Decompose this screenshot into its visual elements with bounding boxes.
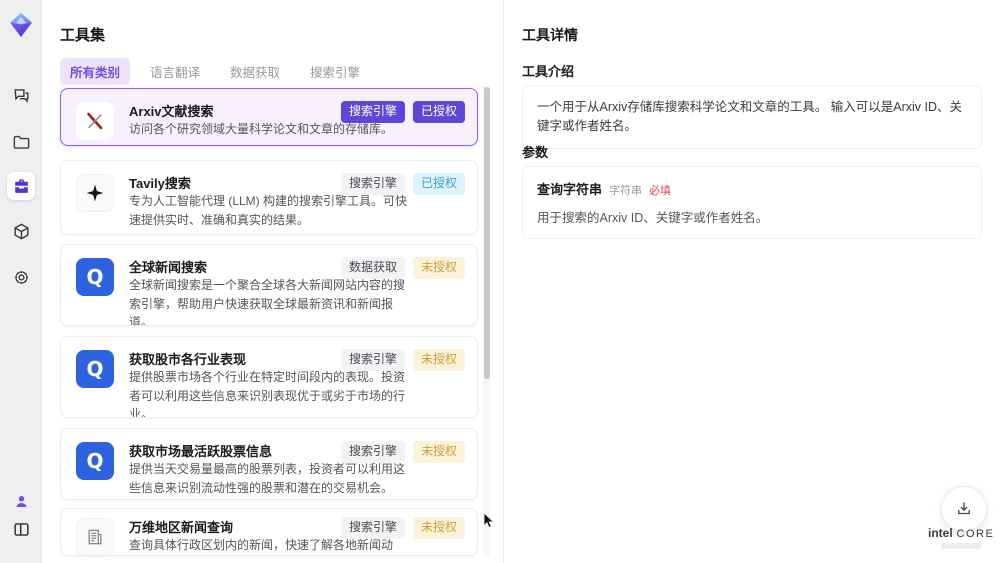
tab-all-categories[interactable]: 所有类别 bbox=[60, 58, 131, 85]
auth-status-badge: 未授权 bbox=[412, 257, 465, 279]
sparkle-icon bbox=[76, 174, 114, 212]
sidebar-item-settings[interactable] bbox=[7, 263, 35, 291]
stock-api-logo-icon: Q bbox=[76, 350, 114, 388]
tool-title: 获取股市各行业表现 bbox=[129, 352, 247, 367]
category-badge: 搜索引擎 bbox=[340, 173, 405, 195]
params-heading: 参数 bbox=[522, 145, 549, 160]
newspaper-icon bbox=[76, 518, 114, 555]
tool-desc: 提供股票市场各个行业在特定时间段内的表现。投资者可以利用这些信息来识别表现优于或… bbox=[129, 370, 406, 418]
sidebar-item-files[interactable] bbox=[7, 128, 35, 156]
category-badge: 搜索引擎 bbox=[340, 441, 405, 463]
tool-title: Tavily搜索 bbox=[129, 176, 191, 191]
tool-desc: 查询具体行政区划内的新闻，快速了解各地新闻动 bbox=[129, 538, 394, 552]
auth-status-badge: 已授权 bbox=[412, 173, 465, 195]
tool-title: 获取市场最活跃股票信息 bbox=[129, 444, 273, 459]
tool-title: Arxiv文献搜索 bbox=[129, 104, 214, 119]
tool-detail-panel: 工具详情 工具介绍 一个用于从Arxiv存储库搜索科学论文和文章的工具。 输入可… bbox=[503, 0, 1000, 563]
scrollbar-thumb[interactable] bbox=[483, 87, 490, 379]
app-logo-icon bbox=[10, 13, 32, 37]
stock-api-logo-icon: Q bbox=[76, 442, 114, 480]
category-tabs: 所有类别 语言翻译 数据获取 搜索引擎 bbox=[60, 58, 370, 85]
tool-title: 万维地区新闻查询 bbox=[129, 520, 234, 535]
toolbox-icon bbox=[14, 178, 28, 193]
tool-card-regional-news[interactable]: 万维地区新闻查询 查询具体行政区划内的新闻，快速了解各地新闻动 搜索引擎 未授权 bbox=[60, 508, 478, 556]
intro-text: 一个用于从Arxiv存储库搜索科学论文和文章的工具。 输入可以是Arxiv ID… bbox=[537, 100, 963, 133]
package-icon bbox=[13, 223, 29, 239]
auth-status-badge: 已授权 bbox=[412, 101, 465, 123]
tool-desc: 全球新闻搜索是一个聚合全球各大新闻网站内容的搜索引擎，帮助用户快速获取全球最新资… bbox=[129, 278, 406, 326]
tab-search-engine[interactable]: 搜索引擎 bbox=[300, 58, 370, 85]
tab-translation[interactable]: 语言翻译 bbox=[140, 58, 210, 85]
tool-title: 全球新闻搜索 bbox=[129, 260, 208, 275]
sidebar-item-packages[interactable] bbox=[7, 217, 35, 245]
tool-card-active-stocks[interactable]: Q 获取市场最活跃股票信息 提供当天交易量最高的股票列表，投资者可以利用这些信息… bbox=[60, 428, 478, 500]
category-badge: 搜索引擎 bbox=[340, 517, 405, 539]
tool-card-sector-performance[interactable]: Q 获取股市各行业表现 提供股票市场各个行业在特定时间段内的表现。投资者可以利用… bbox=[60, 336, 478, 418]
tool-card-tavily[interactable]: Tavily搜索 专为人工智能代理 (LLM) 构建的搜索引擎工具。可快速提供实… bbox=[60, 160, 478, 235]
tab-data-fetch[interactable]: 数据获取 bbox=[220, 58, 290, 85]
intro-heading: 工具介绍 bbox=[522, 64, 575, 79]
gear-icon bbox=[14, 270, 28, 284]
sidebar-item-chat[interactable] bbox=[7, 81, 35, 109]
param-required-flag: 必填 bbox=[649, 185, 672, 197]
sidebar-item-account[interactable] bbox=[7, 487, 35, 515]
user-icon bbox=[15, 495, 27, 507]
sidebar-item-tools[interactable] bbox=[7, 172, 35, 200]
page-title: 工具集 bbox=[60, 27, 106, 44]
panel-layout-icon bbox=[13, 522, 29, 536]
intro-box: 一个用于从Arxiv存储库搜索科学论文和文章的工具。 输入可以是Arxiv ID… bbox=[522, 85, 982, 149]
category-badge: 数据获取 bbox=[340, 257, 405, 279]
intel-sub-mark bbox=[941, 543, 981, 549]
detail-title: 工具详情 bbox=[522, 27, 578, 43]
category-badge: 搜索引擎 bbox=[340, 101, 405, 123]
chat-icon bbox=[13, 88, 29, 103]
list-scrollbar[interactable] bbox=[483, 84, 490, 556]
intel-core-logo: intel CORE bbox=[928, 526, 994, 549]
arxiv-logo-icon bbox=[76, 102, 114, 140]
tool-list-panel: 工具集 所有类别 语言翻译 数据获取 搜索引擎 Arxiv文献搜索 访问各个研究… bbox=[42, 0, 503, 563]
sidebar-item-collapse[interactable] bbox=[7, 515, 35, 543]
auth-status-badge: 未授权 bbox=[412, 349, 465, 371]
tool-desc: 专为人工智能代理 (LLM) 构建的搜索引擎工具。可快速提供实时、准确和真实的结… bbox=[129, 194, 408, 227]
app-window: 工具集 所有类别 语言翻译 数据获取 搜索引擎 Arxiv文献搜索 访问各个研究… bbox=[0, 0, 1000, 563]
mouse-cursor bbox=[483, 512, 495, 529]
folder-icon bbox=[13, 135, 29, 149]
tool-card-global-news[interactable]: Q 全球新闻搜索 全球新闻搜索是一个聚合全球各大新闻网站内容的搜索引擎，帮助用户… bbox=[60, 244, 478, 326]
param-type: 字符串 bbox=[609, 185, 643, 197]
auth-status-badge: 未授权 bbox=[412, 517, 465, 539]
tool-desc: 提供当天交易量最高的股票列表，投资者可以利用这些信息来识别流动性强的股票和潜在的… bbox=[129, 462, 406, 495]
news-search-logo-icon: Q bbox=[76, 258, 114, 296]
tool-desc: 访问各个研究领域大量科学论文和文章的存储库。 bbox=[129, 122, 394, 136]
tool-card-arxiv[interactable]: Arxiv文献搜索 访问各个研究领域大量科学论文和文章的存储库。 搜索引擎 已授… bbox=[60, 88, 478, 146]
auth-status-badge: 未授权 bbox=[412, 441, 465, 463]
param-name: 查询字符串 bbox=[537, 182, 603, 197]
param-box: 查询字符串 字符串 必填 用于搜索的Arxiv ID、关键字或作者姓名。 bbox=[522, 166, 982, 239]
param-desc: 用于搜索的Arxiv ID、关键字或作者姓名。 bbox=[537, 211, 769, 225]
sidebar-rail bbox=[0, 0, 42, 563]
category-badge: 搜索引擎 bbox=[340, 349, 405, 371]
download-icon bbox=[958, 502, 970, 515]
